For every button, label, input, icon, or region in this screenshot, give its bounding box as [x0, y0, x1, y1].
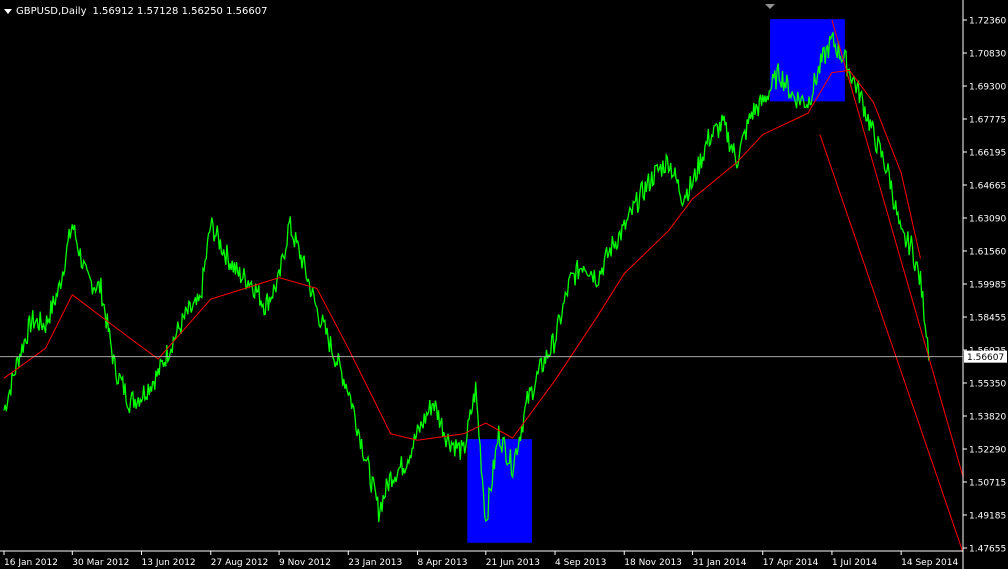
y-tick-label: 1.49185	[969, 512, 1006, 522]
x-tick-label: 18 Nov 2013	[624, 558, 682, 568]
y-tick-label: 1.53820	[969, 413, 1006, 423]
y-tick-label: 1.67775	[969, 116, 1006, 126]
y-tick-label: 1.52290	[969, 446, 1006, 456]
x-tick-label: 31 Jan 2014	[693, 558, 747, 568]
x-tick-label: 23 Jan 2013	[348, 558, 402, 568]
y-tick-label: 1.70830	[969, 50, 1006, 60]
y-tick-label: 1.47655	[969, 545, 1006, 555]
x-tick-label: 17 Apr 2014	[763, 558, 819, 568]
y-tick-label: 1.72360	[969, 17, 1006, 27]
moving-average-series	[3, 69, 921, 441]
y-tick-label: 1.63090	[969, 215, 1006, 225]
chart-window[interactable]: GBPUSD,Daily 1.56912 1.57128 1.56250 1.5…	[0, 0, 1008, 569]
trendline-1	[831, 19, 964, 477]
price-series	[3, 32, 931, 523]
x-tick-label: 16 Jan 2012	[4, 558, 58, 568]
y-tick-label: 1.64665	[969, 182, 1006, 192]
y-tick-label: 1.66195	[969, 149, 1006, 159]
trendline-2	[819, 134, 964, 553]
y-tick-label: 1.58455	[969, 314, 1006, 324]
y-tick-label: 1.50715	[969, 479, 1006, 489]
x-tick-label: 8 Apr 2013	[418, 558, 468, 568]
x-tick-label: 30 Mar 2012	[72, 558, 129, 568]
x-tick-label: 1 Jul 2014	[832, 558, 877, 568]
price-chart[interactable]: 1.72360 1.70830 1.69300 1.67775 1.66195 1.646…	[0, 0, 1008, 569]
x-tick-label: 13 Jun 2012	[142, 558, 196, 568]
y-tick-label: 1.69300	[969, 83, 1006, 93]
y-tick-label: 1.55350	[969, 380, 1006, 390]
x-tick-label: 14 Sep 2014	[901, 558, 958, 568]
chart-shift-marker-icon	[765, 4, 775, 9]
highlight-box-2	[770, 19, 845, 102]
y-tick-label: 1.59985	[969, 281, 1006, 291]
current-price-label: 1.56607	[967, 353, 1004, 363]
highlight-box-1	[467, 439, 532, 543]
x-tick-label: 27 Aug 2012	[211, 558, 269, 568]
x-tick-label: 21 Jun 2013	[486, 558, 540, 568]
y-tick-label: 1.61560	[969, 248, 1006, 258]
x-tick-label: 4 Sep 2013	[555, 558, 606, 568]
x-tick-label: 9 Nov 2012	[279, 558, 331, 568]
